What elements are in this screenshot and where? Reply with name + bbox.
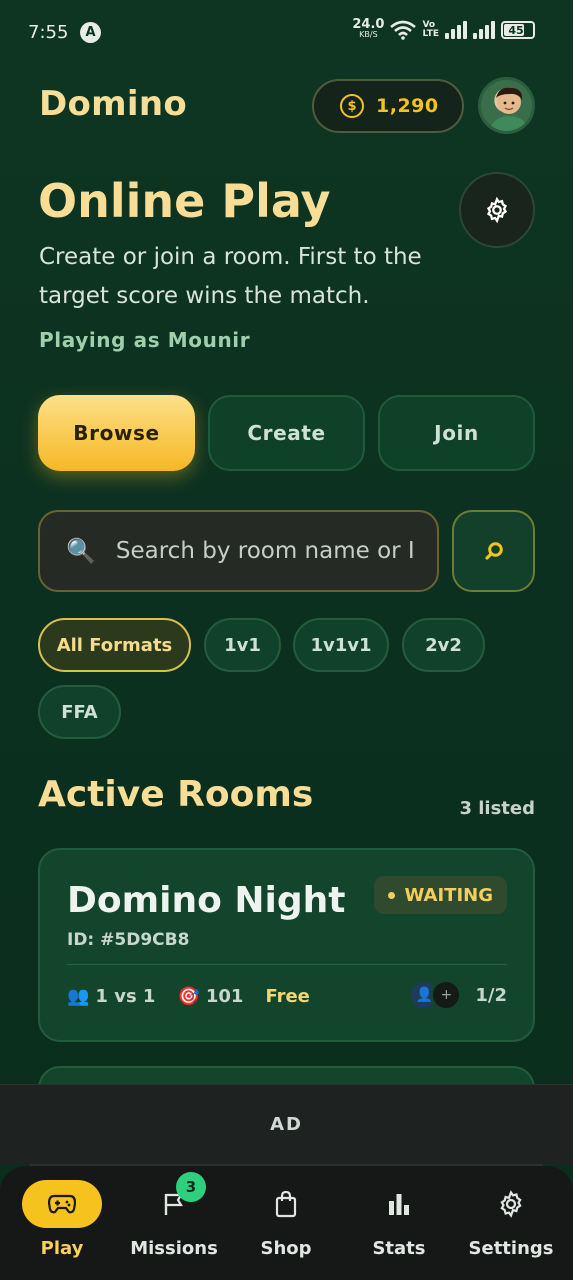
players-icon: 👥 — [67, 986, 90, 1007]
nav-missions-icon-wrap: 3 — [134, 1172, 214, 1228]
room-format: 👥 1 vs 1 — [67, 986, 156, 1007]
filter-chip-1v1[interactable]: 1v1 — [204, 618, 281, 672]
nav-settings-icon-wrap — [471, 1180, 551, 1228]
nav-shop-icon-wrap — [246, 1180, 326, 1228]
player-slots: 👤 + — [409, 980, 462, 1010]
room-meta: 👥 1 vs 1 🎯 101 Free — [67, 986, 310, 1007]
app-title: Domino — [39, 84, 188, 124]
nav-shop[interactable]: Shop — [231, 1180, 341, 1270]
rooms-count: 3 listed — [459, 798, 535, 819]
divider — [67, 964, 507, 965]
gear-icon — [500, 1190, 522, 1218]
nav-play[interactable]: Play — [7, 1180, 117, 1270]
nav-stats-icon-wrap — [359, 1180, 439, 1228]
status-indicators: 24.0 KB/S Vo LTE 45 — [352, 17, 535, 40]
playing-as-label: Playing as Mounir — [39, 328, 251, 352]
page-subtitle: Create or join a room. First to the targ… — [39, 244, 422, 309]
search-button[interactable] — [452, 510, 535, 592]
coin-amount: 1,290 — [376, 95, 439, 117]
room-name: Domino Night — [67, 880, 346, 921]
missions-badge: 3 — [176, 1172, 206, 1202]
signal-icon — [445, 21, 467, 39]
browse-tab[interactable]: Browse — [38, 395, 195, 471]
nav-play-icon-wrap — [22, 1180, 102, 1228]
gamepad-icon — [48, 1194, 76, 1214]
filter-chip-2v2[interactable]: 2v2 — [402, 618, 485, 672]
search-icon — [484, 542, 503, 560]
room-id: ID: #5D9CB8 — [67, 930, 190, 950]
filter-chip-1v1v1[interactable]: 1v1v1 — [293, 618, 389, 672]
room-target-score: 🎯 101 — [177, 986, 244, 1007]
status-dot-icon — [387, 891, 395, 899]
target-icon: 🎯 — [177, 986, 200, 1007]
network-speed: 24.0 KB/S — [352, 17, 385, 39]
status-badge: WAITING — [373, 876, 507, 914]
signal-icon-2 — [473, 21, 495, 39]
wifi-icon — [390, 20, 417, 40]
shopping-bag-icon — [275, 1190, 297, 1218]
empty-slot-icon: + — [431, 980, 462, 1010]
status-bar: 7:55 A 24.0 KB/S Vo LTE 45 — [0, 0, 573, 66]
page-title: Online Play — [38, 174, 331, 228]
gear-icon — [486, 196, 508, 224]
room-players: 👤 + 1/2 — [409, 980, 507, 1010]
filter-chip-all-formats[interactable]: All Formats — [38, 618, 191, 672]
coin-icon: $ — [340, 94, 364, 118]
avatar[interactable] — [478, 77, 535, 134]
volte-indicator: Vo LTE — [422, 20, 439, 39]
ad-banner[interactable]: AD — [0, 1084, 573, 1164]
coin-balance[interactable]: $ 1,290 — [312, 79, 464, 133]
join-tab[interactable]: Join — [378, 395, 535, 471]
search-bar: 🔍 — [38, 510, 439, 592]
status-time: 7:55 — [28, 22, 69, 43]
avatar-image — [489, 87, 530, 131]
magnifier-icon: 🔍 — [66, 537, 96, 565]
filter-chip-ffa[interactable]: FFA — [38, 685, 121, 739]
room-fee: Free — [265, 986, 310, 1007]
bar-chart-icon — [389, 1194, 409, 1215]
nav-stats[interactable]: Stats — [344, 1180, 454, 1270]
ad-label: AD — [270, 1114, 303, 1135]
notification-a-icon: A — [80, 22, 101, 43]
players-count: 1/2 — [475, 984, 507, 1006]
search-input[interactable] — [115, 538, 416, 564]
room-card[interactable]: Domino Night ID: #5D9CB8 WAITING 👥 1 vs … — [38, 848, 535, 1042]
active-rooms-heading: Active Rooms — [38, 774, 314, 815]
room-settings-button[interactable] — [459, 172, 535, 248]
nav-settings[interactable]: Settings — [456, 1180, 566, 1270]
battery-icon: 45 — [501, 21, 535, 39]
bottom-navigation: Play 3 Missions Shop Stats Settings — [0, 1166, 573, 1280]
nav-missions[interactable]: 3 Missions — [119, 1172, 229, 1270]
create-tab[interactable]: Create — [208, 395, 365, 471]
